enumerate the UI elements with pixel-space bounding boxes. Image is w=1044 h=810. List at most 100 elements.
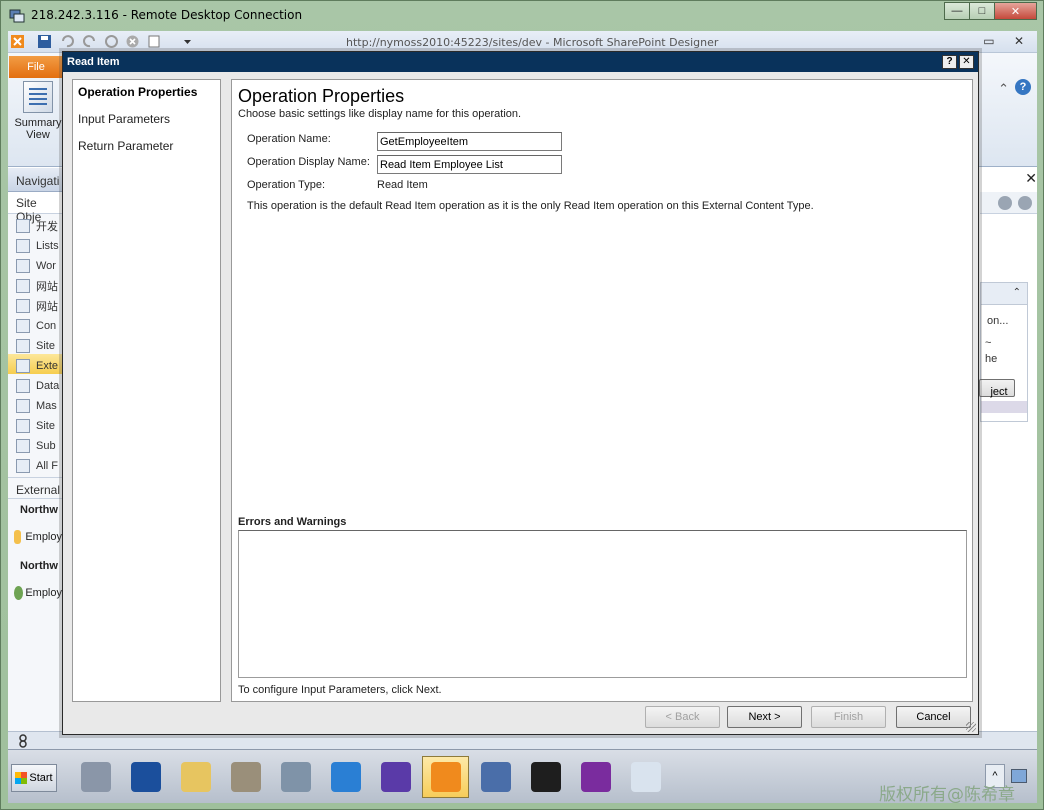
box-text: he: [985, 353, 998, 365]
nav-item[interactable]: Sub: [8, 434, 62, 454]
navigation-pane: Navigati Site Obje 开发 Lists Wor 网站 网站 Con Site…: [8, 168, 63, 748]
back-button[interactable]: < Back: [645, 706, 720, 728]
list-icon: [16, 238, 30, 253]
nav-item[interactable]: Con: [8, 314, 62, 334]
step-return-parameter[interactable]: Return Parameter: [78, 139, 173, 153]
redo-icon[interactable]: [82, 34, 97, 49]
remote-desktop-title: 218.242.3.116 - Remote Desktop Connectio…: [31, 8, 303, 22]
box-button[interactable]: ject: [979, 379, 1015, 398]
home-icon: [16, 218, 30, 233]
nav-item-label: Wor: [36, 259, 56, 272]
operation-display-name-input[interactable]: [377, 155, 562, 174]
operation-note: This operation is the default Read Item …: [247, 200, 814, 212]
help-icon[interactable]: ?: [1015, 79, 1031, 95]
file-tab[interactable]: File: [9, 56, 63, 78]
content-types-icon: [16, 318, 30, 333]
nav-item-label: Site: [36, 339, 55, 352]
workflow-icon: [16, 258, 30, 273]
box-strip: [981, 401, 1027, 413]
nav-item-label: 开发: [36, 220, 58, 233]
resize-grip[interactable]: [966, 722, 976, 732]
taskbar-button[interactable]: [372, 756, 419, 798]
summary-view-button[interactable]: Summary View: [12, 81, 64, 141]
next-step-hint: To configure Input Parameters, click Nex…: [238, 684, 442, 696]
step-operation-properties[interactable]: Operation Properties: [78, 85, 197, 99]
external-content-icon: [16, 358, 30, 373]
nav-item[interactable]: Site: [8, 334, 62, 354]
nav-item[interactable]: 网站: [8, 274, 62, 294]
nav-item[interactable]: Wor: [8, 254, 62, 274]
nav-item[interactable]: Site: [8, 414, 62, 434]
app-window-icon: [630, 762, 661, 792]
maximize-button[interactable]: □: [969, 2, 995, 20]
taskbar-button[interactable]: [72, 756, 119, 798]
employee-item[interactable]: Employ: [8, 523, 62, 547]
refresh-icon[interactable]: [104, 34, 119, 49]
taskbar-button[interactable]: [272, 756, 319, 798]
finish-button[interactable]: Finish: [811, 706, 886, 728]
all-files-icon: [16, 458, 30, 473]
box-collapse-icon[interactable]: ⌃: [981, 283, 1027, 305]
nav-item[interactable]: Data: [8, 374, 62, 394]
services-icon: [280, 762, 311, 792]
stop-icon[interactable]: [1018, 196, 1032, 210]
nav-item[interactable]: All F: [8, 454, 62, 474]
subsites-icon: [16, 438, 30, 453]
taskbar-button[interactable]: [622, 756, 669, 798]
cancel-button[interactable]: Cancel: [896, 706, 971, 728]
visual-studio-icon: [380, 762, 411, 792]
taskbar-button[interactable]: [472, 756, 519, 798]
tools-icon: [230, 762, 261, 792]
taskbar-button[interactable]: [422, 756, 469, 798]
employee-item-label: Employ: [25, 587, 62, 599]
right-pane: ✕ ⌃ on... ~ he ject: [979, 168, 1037, 748]
customize-qat-icon[interactable]: [180, 34, 195, 49]
nav-item[interactable]: Mas: [8, 394, 62, 414]
ribbon-collapse-icon[interactable]: ⌃: [998, 81, 1009, 97]
dialog-close-button[interactable]: ✕: [959, 55, 974, 69]
external-system-box: ⌃ on... ~ he ject: [979, 282, 1028, 422]
taskbar-button[interactable]: [522, 756, 569, 798]
page-title: Operation Properties: [238, 86, 405, 106]
errors-warnings-list[interactable]: [238, 530, 967, 678]
site-pages-icon: [16, 278, 30, 293]
navigation-header: Navigati: [8, 168, 62, 192]
nav-item-label: Exte: [36, 359, 59, 372]
nav-item[interactable]: 网站: [8, 294, 62, 314]
close-button[interactable]: ✕: [994, 2, 1037, 20]
site-columns-icon: [16, 338, 30, 353]
save-icon[interactable]: [37, 34, 52, 49]
undo-icon[interactable]: [60, 34, 75, 49]
minimize-button[interactable]: —: [944, 2, 970, 20]
errors-warnings-title: Errors and Warnings: [238, 516, 347, 528]
copyright-watermark: 版权所有@陈希章: [879, 785, 1015, 805]
nav-item-label: Sub: [36, 439, 56, 452]
refresh-icon[interactable]: [998, 196, 1012, 210]
box-text: on...: [987, 315, 1009, 327]
spd-window-controls[interactable]: ▭ ✕: [983, 34, 1032, 48]
taskbar-button[interactable]: [572, 756, 619, 798]
dialog-help-button[interactable]: ?: [942, 55, 957, 69]
nav-item-label: 网站: [36, 280, 58, 293]
next-button[interactable]: Next >: [727, 706, 802, 728]
start-button[interactable]: Start: [11, 764, 57, 792]
remote-desktop-window: 218.242.3.116 - Remote Desktop Connectio…: [0, 0, 1044, 810]
summary-view-label: Summary View: [14, 117, 62, 141]
preview-icon[interactable]: [147, 34, 162, 49]
dialog-title: Read Item: [67, 56, 120, 68]
stop-icon[interactable]: [125, 34, 140, 49]
nav-item[interactable]: Lists: [8, 234, 62, 254]
taskbar-button[interactable]: [322, 756, 369, 798]
nav-item-label: Data: [36, 379, 60, 392]
step-input-parameters[interactable]: Input Parameters: [78, 112, 170, 126]
taskbar-button[interactable]: [222, 756, 269, 798]
start-label: Start: [29, 772, 53, 784]
nav-item[interactable]: Exte: [8, 354, 62, 374]
pane-close-icon[interactable]: ✕: [1025, 170, 1037, 187]
taskbar-button[interactable]: [122, 756, 169, 798]
taskbar-button[interactable]: [172, 756, 219, 798]
page-subtitle: Choose basic settings like display name …: [238, 108, 522, 120]
database-icon: [14, 530, 22, 544]
operation-name-input[interactable]: [377, 132, 562, 151]
employee-item[interactable]: Employ: [8, 579, 62, 603]
